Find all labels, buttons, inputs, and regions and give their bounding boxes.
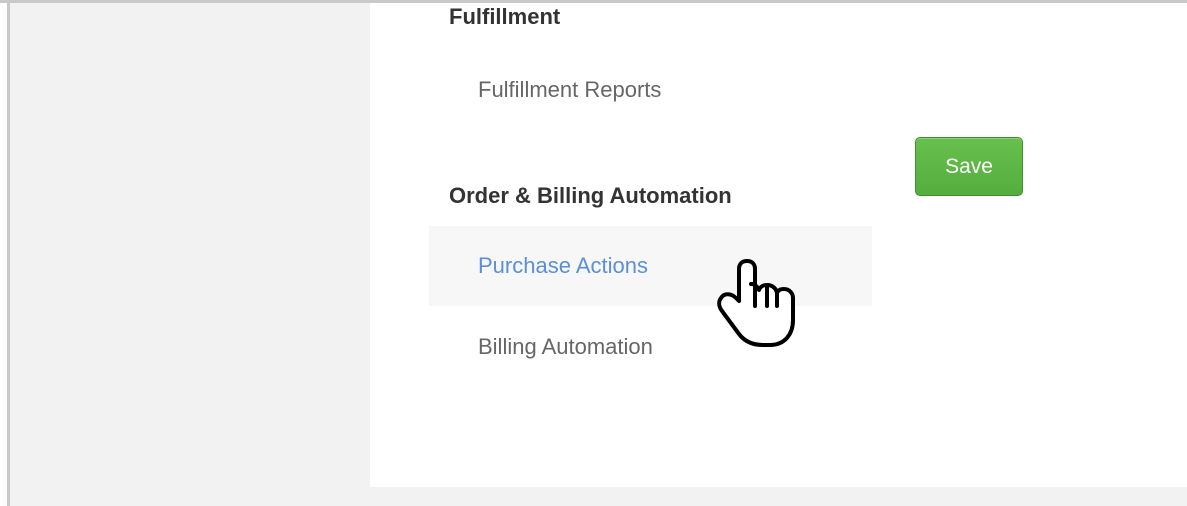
- bottom-gray-strip: [370, 487, 1187, 506]
- settings-screen: Fulfillment Fulfillment Reports Order & …: [0, 0, 1187, 506]
- purchase-actions-link[interactable]: Purchase Actions: [429, 226, 872, 306]
- settings-content-panel: Fulfillment Fulfillment Reports Order & …: [370, 3, 1187, 487]
- billing-automation-link[interactable]: Billing Automation: [429, 307, 872, 387]
- order-billing-automation-heading: Order & Billing Automation: [449, 183, 732, 208]
- fulfillment-section-heading: Fulfillment: [449, 4, 561, 29]
- save-button[interactable]: Save: [915, 137, 1023, 196]
- fulfillment-reports-link[interactable]: Fulfillment Reports: [429, 50, 872, 130]
- left-gray-panel: [10, 3, 370, 506]
